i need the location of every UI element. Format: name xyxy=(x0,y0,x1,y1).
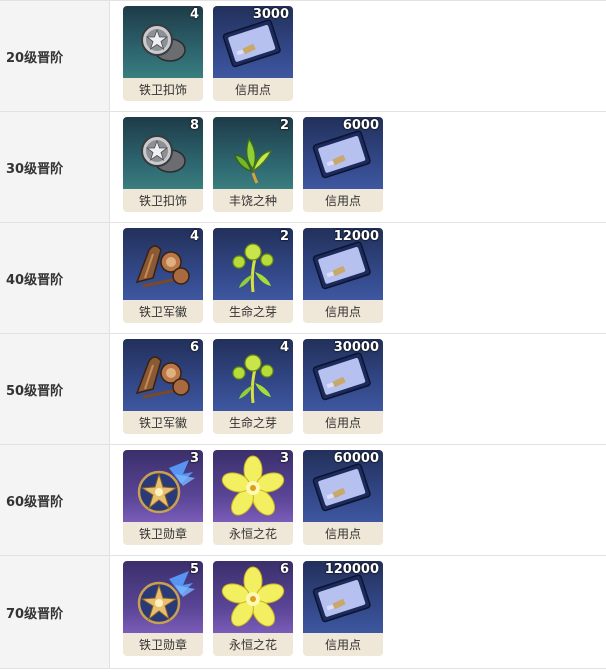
quantity-badge: 3000 xyxy=(252,7,289,22)
table-row: 20级晋阶 4 铁卫扣饰 3000 信用点 xyxy=(0,1,606,112)
material-thumb: 3 xyxy=(123,450,203,522)
material-thumb: 3000 xyxy=(213,6,293,78)
material-card[interactable]: 4 铁卫军徽 xyxy=(123,228,203,323)
material-thumb: 60000 xyxy=(303,450,383,522)
material-name: 铁卫勋章 xyxy=(138,527,187,541)
material-card[interactable]: 6 铁卫军徽 xyxy=(123,339,203,434)
material-thumb: 3 xyxy=(213,450,293,522)
material-name: 信用点 xyxy=(324,638,361,652)
material-card[interactable]: 3 铁卫勋章 xyxy=(123,450,203,545)
quantity-badge: 30000 xyxy=(333,340,379,355)
material-name: 信用点 xyxy=(324,527,361,541)
material-name: 信用点 xyxy=(324,416,361,430)
level-label: 60级晋阶 xyxy=(6,494,64,510)
table-row: 40级晋阶 4 铁卫军徽 2 生命之芽 12000 信用点 xyxy=(0,223,606,334)
material-card[interactable]: 3 永恒之花 xyxy=(213,450,293,545)
level-cell: 30级晋阶 xyxy=(0,112,110,222)
quantity-badge: 6 xyxy=(279,562,289,577)
quantity-badge: 4 xyxy=(189,229,199,244)
materials-cell: 6 铁卫军徽 4 生命之芽 30000 信用点 xyxy=(110,334,383,444)
material-thumb: 4 xyxy=(213,339,293,411)
materials-cell: 8 铁卫扣饰 2 丰饶之种 6000 信用点 xyxy=(110,112,383,222)
quantity-badge: 2 xyxy=(279,118,289,133)
material-name: 信用点 xyxy=(324,305,361,319)
level-label: 50级晋阶 xyxy=(6,383,64,399)
materials-cell: 5 铁卫勋章 6 永恒之花 120000 信用点 xyxy=(110,556,383,668)
material-thumb: 30000 xyxy=(303,339,383,411)
material-card[interactable]: 4 生命之芽 xyxy=(213,339,293,434)
material-name: 铁卫军徽 xyxy=(138,416,187,430)
quantity-badge: 4 xyxy=(189,7,199,22)
material-name: 永恒之花 xyxy=(228,638,277,652)
material-thumb: 5 xyxy=(123,561,203,633)
table-row: 30级晋阶 8 铁卫扣饰 2 丰饶之种 6000 信用点 xyxy=(0,112,606,223)
materials-cell: 3 铁卫勋章 3 永恒之花 60000 信用点 xyxy=(110,445,383,555)
material-card[interactable]: 5 铁卫勋章 xyxy=(123,561,203,656)
material-thumb: 2 xyxy=(213,228,293,300)
level-cell: 50级晋阶 xyxy=(0,334,110,444)
material-thumb: 4 xyxy=(123,6,203,78)
quantity-badge: 8 xyxy=(189,118,199,133)
material-card[interactable]: 8 铁卫扣饰 xyxy=(123,117,203,212)
material-name: 铁卫勋章 xyxy=(138,638,187,652)
quantity-badge: 6000 xyxy=(342,118,379,133)
material-card[interactable]: 6000 信用点 xyxy=(303,117,383,212)
level-cell: 70级晋阶 xyxy=(0,556,110,668)
level-cell: 20级晋阶 xyxy=(0,1,110,111)
material-card[interactable]: 30000 信用点 xyxy=(303,339,383,434)
table-row: 70级晋阶 5 铁卫勋章 6 永恒之花 120000 信用点 xyxy=(0,556,606,669)
quantity-badge: 60000 xyxy=(333,451,379,466)
material-name: 丰饶之种 xyxy=(228,194,277,208)
material-name: 铁卫扣饰 xyxy=(138,194,187,208)
material-thumb: 6000 xyxy=(303,117,383,189)
material-thumb: 8 xyxy=(123,117,203,189)
material-card[interactable]: 60000 信用点 xyxy=(303,450,383,545)
level-label: 70级晋阶 xyxy=(6,606,64,622)
materials-cell: 4 铁卫军徽 2 生命之芽 12000 信用点 xyxy=(110,223,383,333)
level-label: 20级晋阶 xyxy=(6,50,64,66)
material-card[interactable]: 12000 信用点 xyxy=(303,228,383,323)
material-name: 生命之芽 xyxy=(228,305,277,319)
table-row: 60级晋阶 3 铁卫勋章 3 永恒之花 60000 信用点 xyxy=(0,445,606,556)
material-card[interactable]: 3000 信用点 xyxy=(213,6,293,101)
material-card[interactable]: 4 铁卫扣饰 xyxy=(123,6,203,101)
material-thumb: 12000 xyxy=(303,228,383,300)
material-name: 信用点 xyxy=(234,83,271,97)
quantity-badge: 5 xyxy=(189,562,199,577)
material-name: 生命之芽 xyxy=(228,416,277,430)
material-name: 铁卫军徽 xyxy=(138,305,187,319)
material-card[interactable]: 120000 信用点 xyxy=(303,561,383,656)
material-thumb: 4 xyxy=(123,228,203,300)
material-card[interactable]: 2 丰饶之种 xyxy=(213,117,293,212)
material-thumb: 6 xyxy=(123,339,203,411)
material-card[interactable]: 6 永恒之花 xyxy=(213,561,293,656)
quantity-badge: 2 xyxy=(279,229,289,244)
level-cell: 60级晋阶 xyxy=(0,445,110,555)
level-label: 40级晋阶 xyxy=(6,272,64,288)
table-row: 50级晋阶 6 铁卫军徽 4 生命之芽 30000 信用点 xyxy=(0,334,606,445)
materials-cell: 4 铁卫扣饰 3000 信用点 xyxy=(110,1,293,111)
quantity-badge: 4 xyxy=(279,340,289,355)
quantity-badge: 12000 xyxy=(333,229,379,244)
material-thumb: 6 xyxy=(213,561,293,633)
material-name: 铁卫扣饰 xyxy=(138,83,187,97)
material-thumb: 120000 xyxy=(303,561,383,633)
quantity-badge: 3 xyxy=(279,451,289,466)
ascension-materials-table: 20级晋阶 4 铁卫扣饰 3000 信用点 30级晋阶 8 铁卫扣饰 2 丰饶之种 60… xyxy=(0,0,606,669)
material-name: 永恒之花 xyxy=(228,527,277,541)
quantity-badge: 3 xyxy=(189,451,199,466)
material-name: 信用点 xyxy=(324,194,361,208)
material-thumb: 2 xyxy=(213,117,293,189)
level-label: 30级晋阶 xyxy=(6,161,64,177)
material-card[interactable]: 2 生命之芽 xyxy=(213,228,293,323)
quantity-badge: 6 xyxy=(189,340,199,355)
quantity-badge: 120000 xyxy=(324,562,379,577)
level-cell: 40级晋阶 xyxy=(0,223,110,333)
